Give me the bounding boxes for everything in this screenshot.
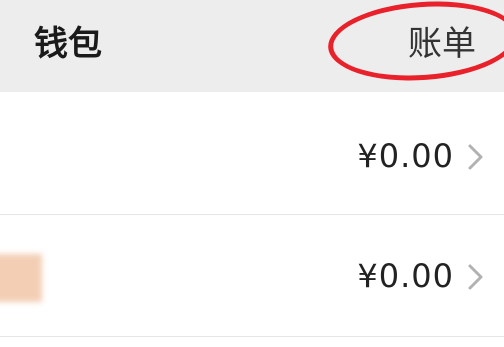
wallet-row-2[interactable]: ¥0.00: [0, 216, 504, 336]
balance-amount: ¥0.00: [357, 257, 454, 295]
chevron-right-icon: [468, 144, 483, 170]
chevron-right-icon: [468, 264, 483, 290]
wallet-row-1[interactable]: ¥0.00: [0, 96, 504, 216]
row-divider: [0, 214, 504, 215]
bill-button[interactable]: 账单: [408, 22, 476, 66]
row-divider: [0, 336, 504, 337]
wallet-header: 钱包 账单: [0, 0, 504, 92]
blurred-icon: [0, 254, 42, 302]
page-title: 钱包: [34, 24, 102, 64]
balance-amount: ¥0.00: [357, 137, 454, 175]
